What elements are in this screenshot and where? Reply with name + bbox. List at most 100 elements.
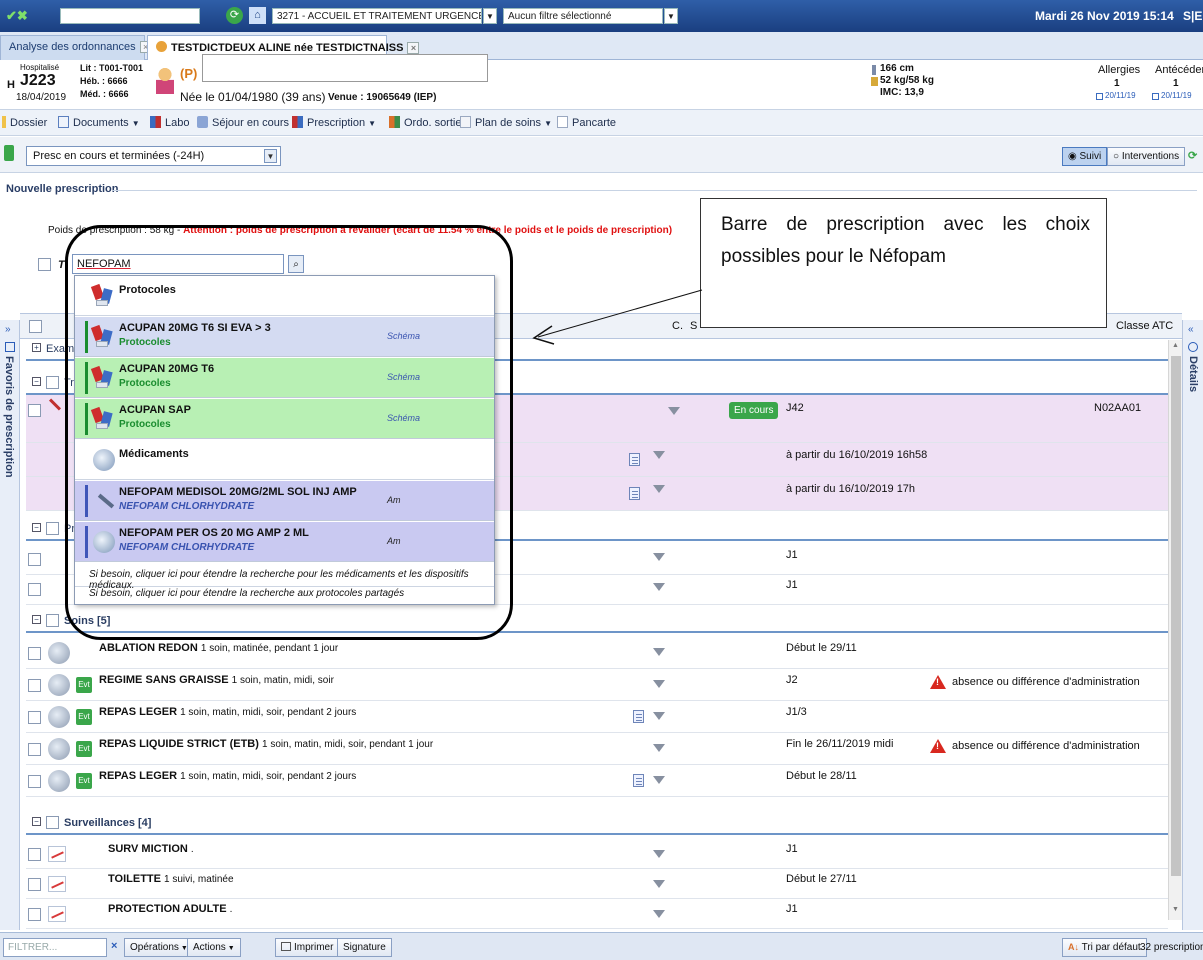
section-surveillances[interactable]: − Surveillances [4] [26,813,1168,835]
table-row[interactable]: PROTECTION ADULTE . J1 [26,899,1168,929]
row-checkbox[interactable] [28,743,41,756]
add-prescription-icon[interactable] [4,145,14,161]
row-checkbox[interactable] [28,647,41,660]
details-sidebar[interactable]: « Détails [1182,320,1203,930]
toolbar-plan-soins[interactable]: Plan de soins ▼ [460,116,552,129]
table-scrollbar[interactable]: ▲ ▼ [1168,340,1182,920]
refresh-icon[interactable]: ⟳ [1188,149,1197,162]
toolbar-ordo-sortie[interactable]: Ordo. sortie [389,116,461,129]
toolbar-dossier[interactable]: Dossier [2,116,47,129]
document-icon[interactable] [629,453,640,466]
topbar-extra: S|E [1183,9,1203,23]
service-select-arrow-icon[interactable]: ▼ [483,8,497,24]
chevron-down-icon[interactable] [653,485,665,493]
row-detail: 1 soin, matin, midi, soir, pendant 2 jou… [180,707,357,718]
table-row[interactable]: Evt REPAS LIQUIDE STRICT (ETB) 1 soin, m… [26,733,1168,765]
chevron-down-icon[interactable] [653,850,665,858]
chevron-down-icon[interactable] [653,910,665,918]
chevron-down-icon[interactable] [668,407,680,415]
refresh-icon[interactable]: ⟳ [226,7,243,24]
table-row[interactable]: TOILETTE 1 suivi, matinée Début le 27/11 [26,869,1168,899]
actions-button[interactable]: Actions ▼ [187,938,241,957]
expand-icon[interactable]: » [5,324,11,335]
toolbar-sejour[interactable]: Séjour en cours [197,116,289,129]
row-checkbox[interactable] [28,404,41,417]
toolbar-labo[interactable]: Labo [150,116,189,129]
table-row[interactable]: Evt REPAS LEGER 1 soin, matin, midi, soi… [26,701,1168,733]
table-row[interactable]: Evt REPAS LEGER 1 soin, matin, midi, soi… [26,765,1168,797]
suivi-toggle[interactable]: ◉ Suivi [1062,147,1108,166]
tab-analyse-ordonnances[interactable]: Analyse des ordonnances × [0,35,152,60]
clear-filter-icon[interactable]: × [111,940,117,952]
select-all-checkbox[interactable] [29,320,42,333]
scroll-down-icon[interactable]: ▼ [1172,906,1179,913]
chevron-down-icon[interactable] [653,776,665,784]
chevron-down-icon[interactable]: ▼ [368,119,376,128]
filter-input[interactable]: FILTRER... [3,938,107,957]
event-badge[interactable]: Evt [76,677,92,693]
row-checkbox[interactable] [28,583,41,596]
scroll-up-icon[interactable]: ▲ [1172,342,1179,349]
chevron-down-icon[interactable] [653,648,665,656]
home-icon[interactable]: ⌂ [249,7,266,24]
row-checkbox[interactable] [28,878,41,891]
chevron-down-icon[interactable] [653,451,665,459]
search-checkbox[interactable] [38,258,51,271]
event-badge[interactable]: Evt [76,709,92,725]
period-select[interactable]: Presc en cours et terminées (-24H) ▼ [26,146,281,166]
service-select[interactable]: 3271 - ACCUEIL ET TRAITEMENT URGENCES - [272,8,482,24]
row-detail: 1 suivi, matinée [164,874,234,885]
chevron-down-icon[interactable] [653,712,665,720]
chevron-down-icon[interactable] [653,583,665,591]
chevron-down-icon[interactable] [653,553,665,561]
document-icon[interactable] [629,487,640,500]
chevron-down-icon[interactable] [653,680,665,688]
collapse-icon[interactable]: − [32,377,41,386]
row-checkbox[interactable] [28,711,41,724]
allergies-label[interactable]: Allergies [1098,64,1140,76]
row-checkbox[interactable] [28,679,41,692]
row-detail: 1 soin, matin, midi, soir, pendant 1 jou… [261,739,434,750]
print-button[interactable]: Imprimer [275,938,340,957]
section-checkbox[interactable] [46,614,59,627]
collapse-icon[interactable]: − [32,523,41,532]
tab-label: Analyse des ordonnances [9,41,136,53]
chevron-down-icon[interactable]: ▼ [264,149,277,163]
chevron-down-icon[interactable]: ▼ [544,119,552,128]
operations-button[interactable]: Opérations ▼ [124,938,194,957]
row-checkbox[interactable] [28,553,41,566]
section-checkbox[interactable] [46,522,59,535]
section-checkbox[interactable] [46,376,59,389]
filter-select-arrow-icon[interactable]: ▼ [664,8,678,24]
event-badge[interactable]: Evt [76,773,92,789]
signature-button[interactable]: Signature [337,938,392,957]
collapse-icon[interactable]: − [32,817,41,826]
table-row[interactable]: SURV MICTION . J1 [26,839,1168,869]
scroll-thumb[interactable] [1171,356,1181,876]
document-icon[interactable] [633,774,644,787]
user-field[interactable] [60,8,200,24]
document-icon[interactable] [633,710,644,723]
table-row[interactable]: Evt REGIME SANS GRAISSE 1 soin, matin, m… [26,669,1168,701]
close-icon[interactable]: × [407,42,420,54]
row-checkbox[interactable] [28,775,41,788]
column-atc[interactable]: Classe ATC [1116,320,1173,332]
toolbar-pancarte[interactable]: Pancarte [557,116,616,129]
collapse-icon[interactable]: « [1188,324,1194,335]
toolbar-prescription[interactable]: Prescription ▼ [292,116,376,129]
chevron-down-icon[interactable] [653,880,665,888]
collapse-icon[interactable]: − [32,615,41,624]
section-checkbox[interactable] [46,816,59,829]
toolbar-documents[interactable]: Documents ▼ [58,116,140,129]
chevron-down-icon[interactable]: ▼ [132,119,140,128]
sort-button[interactable]: A↓ Tri par défaut [1062,938,1147,957]
row-checkbox[interactable] [28,908,41,921]
row-checkbox[interactable] [28,848,41,861]
expand-icon[interactable]: + [32,343,41,352]
event-badge[interactable]: Evt [76,741,92,757]
interventions-toggle[interactable]: ○ Interventions [1107,147,1186,166]
antecedents-label[interactable]: Antécéden [1155,64,1203,76]
table-row[interactable]: ABLATION REDON 1 soin, matinée, pendant … [26,637,1168,669]
chevron-down-icon[interactable] [653,744,665,752]
filter-select[interactable]: Aucun filtre sélectionné [503,8,663,24]
